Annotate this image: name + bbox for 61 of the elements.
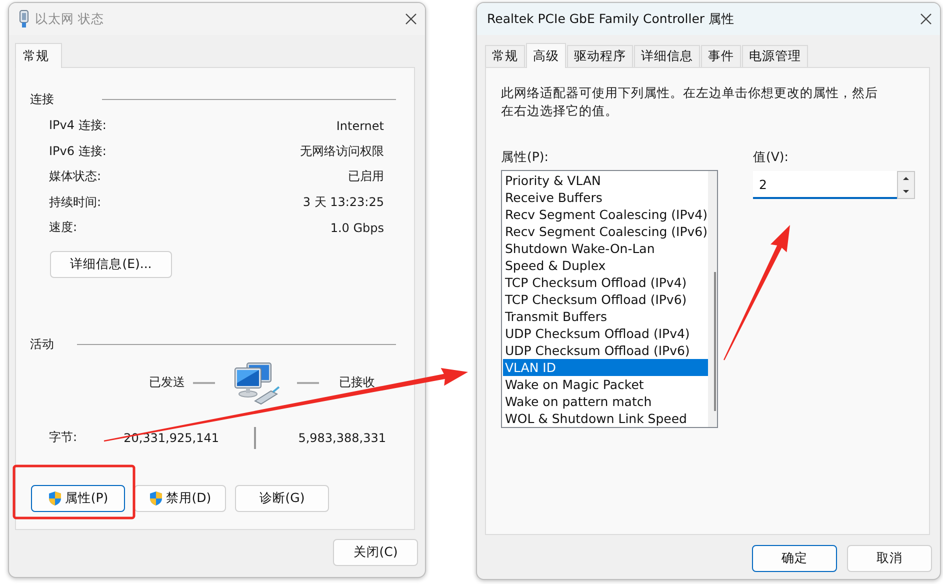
field-label: 媒体状态:	[49, 168, 102, 186]
close-icon[interactable]	[405, 13, 417, 25]
list-item[interactable]: Wake on Magic Packet	[503, 376, 708, 393]
tab[interactable]: 驱动程序	[567, 45, 633, 67]
field-label: 字节:	[49, 429, 78, 446]
scrollbar-thumb[interactable]	[714, 272, 716, 411]
field-value: 已启用	[348, 168, 384, 186]
list-item[interactable]: Priority & VLAN	[503, 172, 708, 189]
dialog-button[interactable]: 确定	[752, 545, 837, 572]
list-item[interactable]: Shutdown Wake-On-Lan	[503, 240, 708, 257]
close-icon[interactable]	[920, 13, 932, 25]
value-label: 值(V):	[753, 149, 790, 166]
tab[interactable]: 详细信息	[634, 45, 700, 67]
tab[interactable]: 常规	[485, 45, 525, 67]
network-computers-icon	[233, 360, 281, 404]
list-item[interactable]: VLAN ID	[503, 359, 708, 376]
field-label: 速度:	[49, 219, 78, 236]
spin-control[interactable]	[897, 171, 915, 199]
list-item[interactable]: WOL & Shutdown Link Speed	[503, 410, 708, 427]
field-value: Internet	[336, 118, 384, 133]
property-list[interactable]	[501, 170, 718, 428]
list-item[interactable]: Receive Buffers	[503, 189, 708, 206]
field-value: 20,331,925,141	[122, 430, 219, 444]
shield-icon	[148, 490, 163, 506]
field-value: 无网络访问权限	[300, 142, 384, 160]
list-item[interactable]: Transmit Buffers	[503, 308, 708, 325]
field-value: 3 天 13:23:25	[302, 194, 384, 211]
list-item[interactable]: TCP Checksum Offload (IPv6)	[503, 291, 708, 308]
list-item[interactable]: Recv Segment Coalescing (IPv6)	[503, 223, 708, 240]
list-item[interactable]: Speed & Duplex	[503, 257, 708, 274]
list-item[interactable]: Wake on pattern match	[503, 393, 708, 410]
tab[interactable]: 事件	[701, 45, 741, 67]
window-title: 以太网 状态	[35, 10, 105, 28]
action-button[interactable]: 诊断(G)	[235, 484, 329, 512]
value-field[interactable]: 2	[753, 171, 897, 199]
list-item[interactable]: UDP Checksum Offload (IPv6)	[503, 342, 708, 359]
list-label: 属性(P):	[501, 149, 550, 166]
action-button[interactable]: 属性(P)	[31, 484, 125, 512]
ethernet-plug-icon	[19, 10, 29, 28]
dialog-button[interactable]: 取消	[847, 545, 932, 572]
details-button[interactable]: 详细信息(E)...	[50, 250, 172, 278]
shield-icon	[48, 490, 62, 506]
list-item[interactable]: TCP Checksum Offload (IPv4)	[503, 274, 708, 291]
tab[interactable]: 常规	[15, 43, 62, 68]
action-button[interactable]: 禁用(D)	[134, 484, 226, 512]
field-value: 5,983,388,331	[297, 430, 386, 444]
field-label: IPv6 连接:	[49, 142, 106, 160]
sent-label: 已发送	[149, 374, 185, 391]
window-title: Realtek PCIe GbE Family Controller 属性	[487, 10, 736, 28]
list-item[interactable]: UDP Checksum Offload (IPv4)	[503, 325, 708, 342]
received-label: 已接收	[339, 374, 375, 391]
list-item[interactable]: Recv Segment Coalescing (IPv4)	[503, 206, 708, 223]
tab[interactable]: 高级	[526, 43, 566, 68]
field-label: IPv4 连接:	[49, 117, 106, 134]
field-label: 持续时间:	[49, 194, 102, 211]
field-value: 1.0 Gbps	[330, 220, 384, 235]
section-heading: 活动	[30, 336, 54, 353]
tab[interactable]: 电源管理	[742, 45, 808, 67]
description-text: 此网络适配器可使用下列属性。在左边单击你想更改的属性，然后在右边选择它的值。	[501, 84, 879, 119]
close-button[interactable]: 关闭(C)	[333, 539, 418, 566]
section-heading: 连接	[30, 90, 54, 108]
